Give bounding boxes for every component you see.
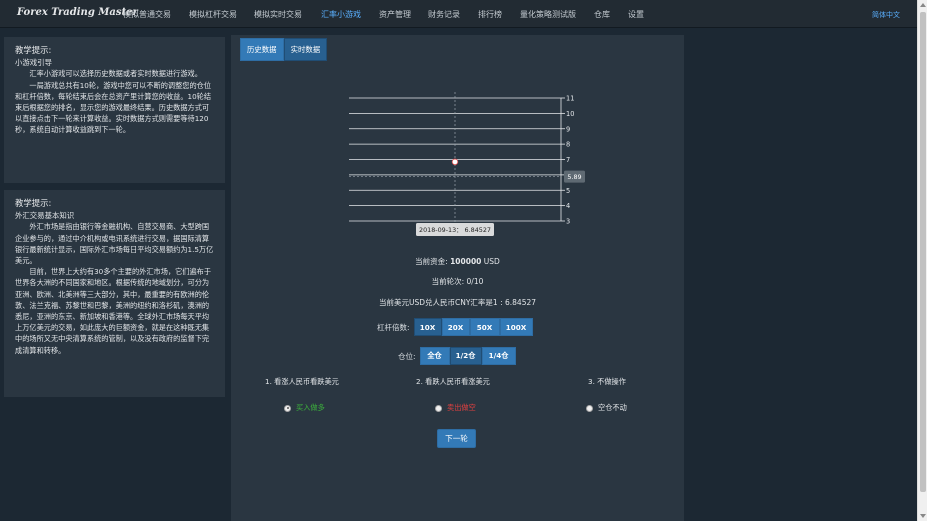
page-scrollbar[interactable]	[917, 0, 927, 521]
panel-paragraph: 汇率小游戏可以选择历史数据或者实时数据进行游戏。	[29, 69, 202, 79]
nav-item[interactable]: 设置	[628, 9, 644, 20]
top-navbar: Forex Trading Master 模拟普通交易 模拟杠杆交易 模拟实时交易 汇…	[0, 0, 917, 28]
radio-dot[interactable]	[586, 404, 593, 412]
game-main-panel: 历史数据 实时数据 345678910115.892018-09-13： 6.8…	[231, 35, 684, 521]
chart-y-tick-label: 11	[566, 95, 574, 103]
radio-dot[interactable]	[435, 404, 442, 412]
position-option-button[interactable]: 1/4仓	[481, 347, 516, 365]
current-round: 当前轮次: 0/10	[431, 277, 484, 286]
chart-y-tick-label: 4	[566, 202, 570, 210]
position-selector: 仓位: 全仓 1/2仓 1/4仓	[398, 347, 516, 365]
chart-y-tick-label: 3	[566, 218, 570, 226]
brand-logo[interactable]: Forex Trading Master	[17, 7, 138, 18]
radio-hold[interactable]: 空仓不动	[586, 403, 627, 413]
chart-y-tick-label: 5	[566, 187, 570, 195]
next-round-button[interactable]: 下一轮	[437, 429, 476, 448]
position-option-button[interactable]: 全仓	[419, 347, 450, 365]
radio-buy-long[interactable]: 买入做多	[284, 403, 325, 413]
chart-y-tick-label: 7	[566, 156, 570, 164]
radio-dot[interactable]	[284, 404, 291, 412]
leverage-option-button[interactable]: 20X	[441, 318, 470, 336]
leverage-option-button[interactable]: 50X	[469, 318, 500, 336]
language-selector[interactable]: 简体中文	[872, 10, 900, 20]
chart-crosshair-y-label: 5.89	[567, 173, 581, 181]
panel-paragraph: 目前，世界上大约有30多个主要的外汇市场，它们遍布于世界各大洲的不同国家和地区。…	[15, 267, 212, 355]
panel-subtitle: 外汇交易基本知识	[15, 211, 75, 221]
assets-unit: USD	[481, 257, 500, 266]
chart-svg: 345678910115.892018-09-13： 6.84527	[349, 92, 585, 236]
chart-y-tick-label: 8	[566, 141, 570, 149]
nav-item[interactable]: 量化策略测试版	[520, 9, 576, 20]
scroll-down-arrow-icon[interactable]	[920, 514, 926, 518]
panel-title: 教学提示:	[15, 45, 52, 55]
option-2-label: 2. 看跌人民币看涨美元	[416, 377, 490, 386]
panel-title: 教学提示:	[15, 198, 52, 208]
scroll-thumb[interactable]	[920, 12, 926, 492]
radio-label: 空仓不动	[598, 403, 627, 412]
current-assets: 当前资金: 100000 USD	[231, 256, 684, 267]
radio-label: 买入做多	[296, 403, 325, 412]
assets-label: 当前资金:	[415, 257, 451, 266]
nav-item[interactable]: 模拟杠杆交易	[189, 9, 237, 20]
leverage-option-button[interactable]: 10X	[413, 318, 442, 336]
exchange-rate-chart[interactable]: 345678910115.892018-09-13： 6.84527	[231, 35, 684, 245]
tutorial-panel-forex-basics: 教学提示: 外汇交易基本知识 外汇市场是指由银行等金融机构、自营交易商、大型跨国…	[4, 190, 225, 397]
current-exchange-rate: 当前美元USD兑人民币CNY汇率是1 : 6.84527	[378, 298, 537, 307]
option-1-label: 1. 看涨人民币看跌美元	[265, 377, 339, 386]
radio-sell-short[interactable]: 卖出做空	[435, 403, 476, 413]
assets-value: 100000	[450, 257, 482, 266]
nav-item[interactable]: 仓库	[594, 9, 610, 20]
panel-subtitle: 小游戏引导	[15, 58, 52, 68]
leverage-label: 杠杆倍数:	[377, 322, 410, 332]
nav-item[interactable]: 排行榜	[478, 9, 502, 20]
panel-paragraph: 一局游戏总共有10轮，游戏中您可以不断的调整您的仓位和杠杆倍数，每轮结束后会在总…	[15, 80, 212, 135]
nav-item[interactable]: 模拟实时交易	[254, 9, 302, 20]
chart-y-tick-label: 9	[566, 125, 570, 133]
nav-item[interactable]: 模拟普通交易	[123, 9, 171, 20]
radio-label: 卖出做空	[447, 403, 476, 412]
option-3-label: 3. 不做操作	[588, 377, 626, 386]
chart-y-tick-label: 10	[566, 110, 574, 118]
nav-item[interactable]: 汇率小游戏	[321, 9, 361, 20]
panel-paragraph: 外汇市场是指由银行等金融机构、自营交易商、大型跨国企业参与的，通过中介机构或电讯…	[15, 222, 214, 266]
chart-data-point	[451, 158, 459, 166]
tutorial-panel-game-guide: 教学提示: 小游戏引导 汇率小游戏可以选择历史数据或者实时数据进行游戏。 一局游…	[4, 37, 225, 183]
scroll-up-arrow-icon[interactable]	[920, 3, 926, 7]
position-option-button[interactable]: 1/2仓	[449, 347, 482, 365]
chart-tooltip-text: 2018-09-13： 6.84527	[419, 226, 491, 234]
leverage-option-button[interactable]: 100X	[499, 318, 533, 336]
leverage-selector: 杠杆倍数: 10X 20X 50X 100X	[377, 318, 533, 336]
position-label: 仓位:	[398, 351, 416, 361]
nav-item[interactable]: 财务记录	[428, 9, 460, 20]
nav-item[interactable]: 资产管理	[379, 9, 411, 20]
